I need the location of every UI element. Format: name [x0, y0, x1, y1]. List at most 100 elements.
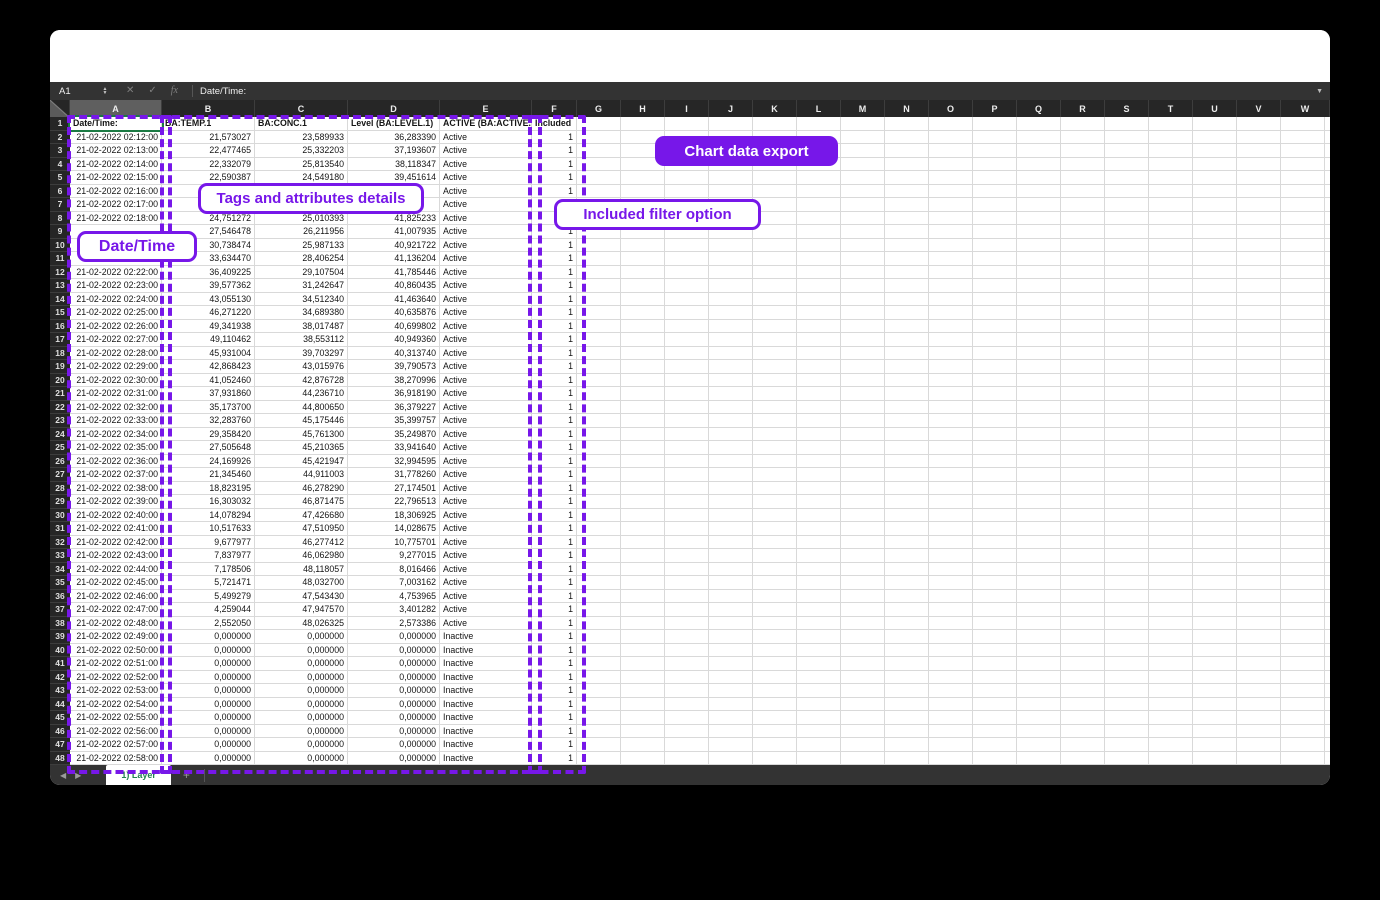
cell-D25[interactable]: 33,941640	[348, 441, 440, 455]
cell-C28[interactable]: 46,278290	[255, 482, 348, 496]
sheet-tab-layer[interactable]: 1) Layer	[106, 765, 171, 785]
cell-A40[interactable]: 21-02-2022 02:50:00	[70, 644, 162, 658]
cell-B4[interactable]: 22,332079	[162, 158, 255, 172]
empty-cells[interactable]	[577, 441, 1330, 455]
cell-E43[interactable]: Inactive	[440, 684, 532, 698]
cell-F31[interactable]: 1	[532, 522, 577, 536]
cell-E38[interactable]: Active	[440, 617, 532, 631]
row-header-15[interactable]: 15	[50, 306, 70, 320]
empty-cells[interactable]	[577, 171, 1330, 185]
column-header-F[interactable]: F	[532, 100, 577, 117]
cell-C16[interactable]: 38,017487	[255, 320, 348, 334]
cell-B28[interactable]: 18,823195	[162, 482, 255, 496]
row-header-25[interactable]: 25	[50, 441, 70, 455]
cell-A36[interactable]: 21-02-2022 02:46:00	[70, 590, 162, 604]
cell-E31[interactable]: Active	[440, 522, 532, 536]
cell-E42[interactable]: Inactive	[440, 671, 532, 685]
row-header-35[interactable]: 35	[50, 576, 70, 590]
empty-cells[interactable]	[577, 279, 1330, 293]
row-header-17[interactable]: 17	[50, 333, 70, 347]
cell-E48[interactable]: Inactive	[440, 752, 532, 766]
column-header-P[interactable]: P	[973, 100, 1017, 117]
cell-F43[interactable]: 1	[532, 684, 577, 698]
row-header-1[interactable]: 1	[50, 117, 70, 131]
cell-D42[interactable]: 0,000000	[348, 671, 440, 685]
row-header-11[interactable]: 11	[50, 252, 70, 266]
cell-F13[interactable]: 1	[532, 279, 577, 293]
row-header-29[interactable]: 29	[50, 495, 70, 509]
cell-D39[interactable]: 0,000000	[348, 630, 440, 644]
cell-A12[interactable]: 21-02-2022 02:22:00	[70, 266, 162, 280]
cell-F23[interactable]: 1	[532, 414, 577, 428]
cell-E46[interactable]: Inactive	[440, 725, 532, 739]
cell-B23[interactable]: 32,283760	[162, 414, 255, 428]
cell-A14[interactable]: 21-02-2022 02:24:00	[70, 293, 162, 307]
column-header-G[interactable]: G	[577, 100, 621, 117]
row-header-45[interactable]: 45	[50, 711, 70, 725]
cell-D44[interactable]: 0,000000	[348, 698, 440, 712]
column-header-Q[interactable]: Q	[1017, 100, 1061, 117]
cell-D32[interactable]: 10,775701	[348, 536, 440, 550]
cell-A29[interactable]: 21-02-2022 02:39:00	[70, 495, 162, 509]
cell-C33[interactable]: 46,062980	[255, 549, 348, 563]
cell-C30[interactable]: 47,426680	[255, 509, 348, 523]
cell-D29[interactable]: 22,796513	[348, 495, 440, 509]
cell-B24[interactable]: 29,358420	[162, 428, 255, 442]
cell-D22[interactable]: 36,379227	[348, 401, 440, 415]
column-header-T[interactable]: T	[1149, 100, 1193, 117]
cell-C38[interactable]: 48,026325	[255, 617, 348, 631]
cell-B19[interactable]: 42,868423	[162, 360, 255, 374]
row-header-19[interactable]: 19	[50, 360, 70, 374]
row-header-27[interactable]: 27	[50, 468, 70, 482]
column-header-R[interactable]: R	[1061, 100, 1105, 117]
cell-A42[interactable]: 21-02-2022 02:52:00	[70, 671, 162, 685]
cell-A32[interactable]: 21-02-2022 02:42:00	[70, 536, 162, 550]
cell-E45[interactable]: Inactive	[440, 711, 532, 725]
column-header-O[interactable]: O	[929, 100, 973, 117]
cell-A41[interactable]: 21-02-2022 02:51:00	[70, 657, 162, 671]
empty-cells[interactable]	[577, 293, 1330, 307]
cell-C40[interactable]: 0,000000	[255, 644, 348, 658]
cell-B13[interactable]: 39,577362	[162, 279, 255, 293]
cell-C13[interactable]: 31,242647	[255, 279, 348, 293]
cell-E32[interactable]: Active	[440, 536, 532, 550]
cell-C48[interactable]: 0,000000	[255, 752, 348, 766]
cell-A27[interactable]: 21-02-2022 02:37:00	[70, 468, 162, 482]
cell-A33[interactable]: 21-02-2022 02:43:00	[70, 549, 162, 563]
cell-F40[interactable]: 1	[532, 644, 577, 658]
cell-C35[interactable]: 48,032700	[255, 576, 348, 590]
cell-A37[interactable]: 21-02-2022 02:47:00	[70, 603, 162, 617]
cell-A39[interactable]: 21-02-2022 02:49:00	[70, 630, 162, 644]
cell-A7[interactable]: 21-02-2022 02:17:00	[70, 198, 162, 212]
cell-A21[interactable]: 21-02-2022 02:31:00	[70, 387, 162, 401]
cell-B34[interactable]: 7,178506	[162, 563, 255, 577]
column-header-U[interactable]: U	[1193, 100, 1237, 117]
cell-C21[interactable]: 44,236710	[255, 387, 348, 401]
empty-cells[interactable]	[577, 266, 1330, 280]
cell-E1[interactable]: ACTIVE (BA:ACTIVE.1)	[440, 117, 532, 131]
cell-B30[interactable]: 14,078294	[162, 509, 255, 523]
cell-B40[interactable]: 0,000000	[162, 644, 255, 658]
cell-D19[interactable]: 39,790573	[348, 360, 440, 374]
cell-B27[interactable]: 21,345460	[162, 468, 255, 482]
cell-A20[interactable]: 21-02-2022 02:30:00	[70, 374, 162, 388]
empty-cells[interactable]	[577, 468, 1330, 482]
empty-cells[interactable]	[577, 252, 1330, 266]
cell-B22[interactable]: 35,173700	[162, 401, 255, 415]
cell-E2[interactable]: Active	[440, 131, 532, 145]
cell-F18[interactable]: 1	[532, 347, 577, 361]
cell-C18[interactable]: 39,703297	[255, 347, 348, 361]
cell-F33[interactable]: 1	[532, 549, 577, 563]
row-header-47[interactable]: 47	[50, 738, 70, 752]
cell-C36[interactable]: 47,543430	[255, 590, 348, 604]
cell-D28[interactable]: 27,174501	[348, 482, 440, 496]
cell-F4[interactable]: 1	[532, 158, 577, 172]
cell-F26[interactable]: 1	[532, 455, 577, 469]
cell-A31[interactable]: 21-02-2022 02:41:00	[70, 522, 162, 536]
select-all-corner[interactable]	[50, 100, 70, 117]
empty-cells[interactable]	[577, 374, 1330, 388]
cell-F17[interactable]: 1	[532, 333, 577, 347]
cell-B26[interactable]: 24,169926	[162, 455, 255, 469]
cell-D26[interactable]: 32,994595	[348, 455, 440, 469]
cell-B25[interactable]: 27,505648	[162, 441, 255, 455]
